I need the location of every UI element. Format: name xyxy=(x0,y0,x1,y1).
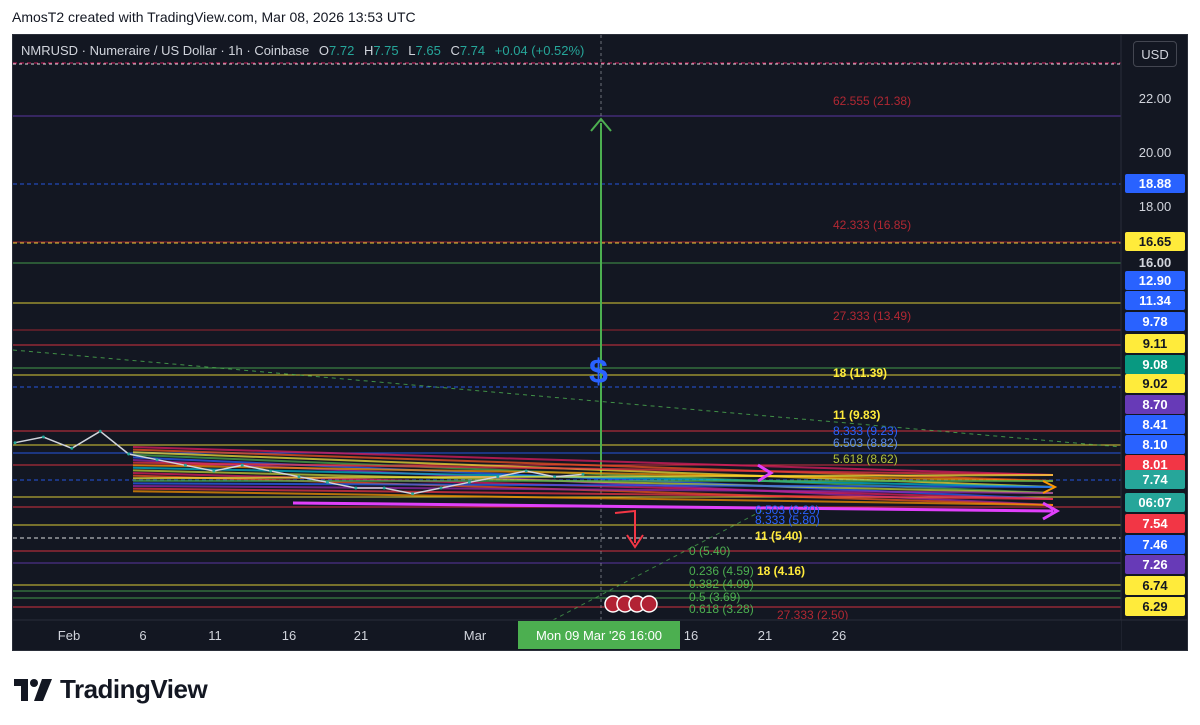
price-point xyxy=(496,475,500,479)
tradingview-logo-icon xyxy=(14,678,52,701)
price-point xyxy=(382,486,386,490)
chart-svg[interactable]: 62.555 (21.38) 42.333 (16.85) 27.333 (13.4… xyxy=(13,35,1188,651)
open-value: 7.72 xyxy=(329,43,355,58)
open-label: O xyxy=(318,43,329,58)
symbol-title[interactable]: NMRUSD · Numeraire / US Dollar · 1h · Co… xyxy=(21,43,309,58)
event-flag-icon xyxy=(640,595,658,613)
tradingview-footer: TradingView xyxy=(14,674,208,705)
x-tick-label: Mar xyxy=(464,628,487,643)
price-point xyxy=(325,480,329,484)
annotation-label: 11 (9.83) xyxy=(833,408,880,422)
price-label-text: 9.02 xyxy=(1142,376,1167,391)
price-point xyxy=(41,435,45,439)
high-label: H xyxy=(363,43,374,58)
currency-button[interactable]: USD xyxy=(1133,41,1177,67)
price-point xyxy=(439,486,443,490)
high-value: 7.75 xyxy=(373,43,399,58)
price-point xyxy=(467,480,471,484)
price-label-text: 16.00 xyxy=(1139,255,1172,270)
y-tick-label: 20.00 xyxy=(1139,145,1172,160)
trend-line xyxy=(13,349,1122,448)
x-tick-label: 16 xyxy=(282,628,296,643)
price-label-text: 16.65 xyxy=(1139,234,1172,249)
close-label: C xyxy=(450,43,460,58)
price-point xyxy=(297,475,301,479)
annotation-label: 27.333 (13.49) xyxy=(833,309,911,323)
price-label-text: 9.11 xyxy=(1143,336,1168,351)
price-label-text: 8.41 xyxy=(1142,417,1167,432)
annotation-label: 0 (5.40) xyxy=(689,544,730,558)
projection-arrowhead xyxy=(757,463,774,483)
price-label-text: 7.46 xyxy=(1142,537,1167,552)
price-label-text: 8.10 xyxy=(1142,437,1167,452)
x-tick-label: 11 xyxy=(208,628,222,643)
annotation-label: 0.236 (4.59) xyxy=(689,564,754,578)
price-point xyxy=(127,452,131,456)
annotation-label: 0.382 (4.09) xyxy=(689,577,754,591)
price-label-text: 7.26 xyxy=(1142,557,1167,572)
price-point xyxy=(212,469,216,473)
price-point xyxy=(411,492,415,496)
tradingview-brand: TradingView xyxy=(60,674,208,704)
price-point xyxy=(553,475,557,479)
price-point xyxy=(581,472,585,476)
price-point xyxy=(524,469,528,473)
price-label-text: 7.54 xyxy=(1142,516,1168,531)
price-point xyxy=(240,463,244,467)
y-tick-label: 22.00 xyxy=(1139,91,1172,106)
price-point xyxy=(13,441,17,445)
x-tick-label: 16 xyxy=(684,628,698,643)
price-label-text: 12.90 xyxy=(1139,273,1172,288)
crosshair-time-label: Mon 09 Mar '26 16:00 xyxy=(536,628,662,643)
annotation-label: 6.503 (8.82) xyxy=(833,436,898,450)
price-point xyxy=(183,463,187,467)
annotation-label: 11 (5.40) xyxy=(755,529,802,543)
annotation-label: 18 (11.39) xyxy=(833,366,887,380)
annotation-label: 18 (4.16) xyxy=(757,564,805,578)
annotation-label: 5.618 (8.62) xyxy=(833,452,898,466)
annotation-label: 42.333 (16.85) xyxy=(833,218,911,232)
price-label-text: 8.70 xyxy=(1142,397,1167,412)
price-point xyxy=(354,486,358,490)
chart-area[interactable]: 62.555 (21.38) 42.333 (16.85) 27.333 (13.4… xyxy=(12,34,1188,651)
price-label-text: 6.29 xyxy=(1142,599,1167,614)
price-label-text: 9.08 xyxy=(1142,357,1167,372)
annotation-label: 8.333 (5.80) xyxy=(755,513,820,527)
price-label-text: 11.34 xyxy=(1139,293,1172,308)
x-tick-label: 21 xyxy=(758,628,772,643)
change-value: +0.04 (+0.52%) xyxy=(494,43,585,58)
price-label-text: 06:07 xyxy=(1138,495,1171,510)
price-label-text: 8.01 xyxy=(1142,457,1167,472)
price-point xyxy=(269,469,273,473)
symbol-legend: NMRUSD · Numeraire / US Dollar · 1h · Co… xyxy=(21,43,584,58)
annotation-label: 0.618 (3.28) xyxy=(689,602,754,616)
low-label: L xyxy=(408,43,416,58)
annotation-label: $ xyxy=(589,353,608,391)
price-point xyxy=(70,446,74,450)
low-value: 7.65 xyxy=(415,43,441,58)
price-point xyxy=(155,458,159,462)
annotation-label: 62.555 (21.38) xyxy=(833,94,911,108)
price-label-text: 6.74 xyxy=(1142,578,1168,593)
price-label-text: 18.88 xyxy=(1139,176,1172,191)
x-tick-label: 21 xyxy=(354,628,368,643)
close-value: 7.74 xyxy=(459,43,486,58)
price-label-text: 9.78 xyxy=(1142,314,1167,329)
x-tick-label: 6 xyxy=(139,628,146,643)
y-tick-label: 18.00 xyxy=(1139,199,1172,214)
chart-caption: AmosT2 created with TradingView.com, Mar… xyxy=(12,9,416,25)
x-tick-label: Feb xyxy=(58,628,80,643)
x-tick-label: 26 xyxy=(832,628,846,643)
price-label-text: 7.74 xyxy=(1142,472,1168,487)
price-point xyxy=(98,429,102,433)
